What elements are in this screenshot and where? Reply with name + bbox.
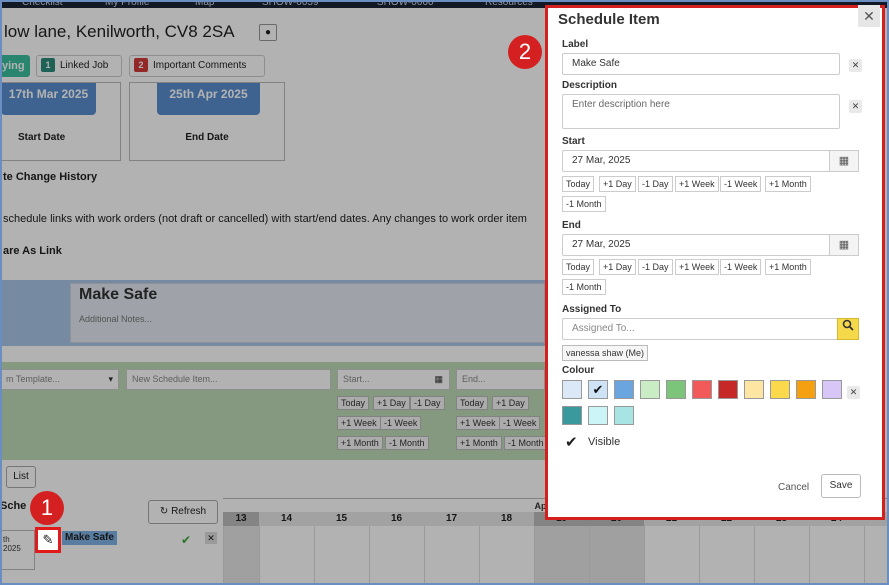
- dialog-title: Schedule Item: [558, 11, 660, 28]
- start-plus-month-button[interactable]: +1 Month: [765, 176, 811, 192]
- label-input[interactable]: Make Safe: [562, 53, 840, 75]
- start-today-button[interactable]: Today: [562, 176, 595, 192]
- colour-swatch[interactable]: [614, 380, 634, 399]
- edit-schedule-item-button[interactable]: ✎: [35, 527, 61, 553]
- colour-swatch[interactable]: [614, 406, 634, 425]
- end-minus-month-button[interactable]: -1 Month: [562, 279, 606, 295]
- clear-label-icon[interactable]: ✕: [849, 59, 862, 72]
- colour-swatch[interactable]: [770, 380, 790, 399]
- colour-swatch[interactable]: [640, 380, 660, 399]
- start-date-input[interactable]: 27 Mar, 2025: [562, 150, 830, 172]
- colour-swatch[interactable]: [796, 380, 816, 399]
- label-field-label: Label: [562, 39, 589, 50]
- visible-label: Visible: [588, 436, 621, 448]
- end-minus-week-button[interactable]: -1 Week: [720, 259, 762, 275]
- colour-field-label: Colour: [562, 365, 595, 376]
- end-date-input[interactable]: 27 Mar, 2025: [562, 234, 830, 256]
- description-field-label: Description: [562, 80, 618, 91]
- assigned-user-tag[interactable]: vanessa shaw (Me): [562, 345, 649, 361]
- start-field-label: Start: [562, 136, 585, 147]
- cancel-button[interactable]: Cancel: [778, 482, 809, 493]
- clear-description-icon[interactable]: ✕: [849, 100, 862, 113]
- end-calendar-icon[interactable]: ▦: [829, 234, 859, 256]
- colour-swatch[interactable]: [718, 380, 738, 399]
- end-plus-week-button[interactable]: +1 Week: [675, 259, 719, 275]
- end-minus-day-button[interactable]: -1 Day: [638, 259, 673, 275]
- start-minus-day-button[interactable]: -1 Day: [638, 176, 673, 192]
- end-field-label: End: [562, 220, 581, 231]
- colour-swatch[interactable]: [822, 380, 842, 399]
- callout-marker-2: 2: [508, 35, 542, 69]
- end-plus-day-button[interactable]: +1 Day: [599, 259, 636, 275]
- start-minus-week-button[interactable]: -1 Week: [720, 176, 762, 192]
- colour-swatch[interactable]: [666, 380, 686, 399]
- description-textarea[interactable]: Enter description here: [562, 94, 840, 129]
- colour-swatch[interactable]: [588, 406, 608, 425]
- assigned-field-label: Assigned To: [562, 304, 622, 315]
- close-icon[interactable]: ✕: [858, 5, 880, 27]
- colour-swatch[interactable]: [692, 380, 712, 399]
- start-minus-month-button[interactable]: -1 Month: [562, 196, 606, 212]
- schedule-item-dialog: Schedule Item ✕ Label Make Safe ✕ Descri…: [545, 5, 885, 520]
- visible-checkbox[interactable]: ✔: [565, 433, 578, 451]
- colour-swatch[interactable]: ✔: [588, 380, 608, 399]
- save-button[interactable]: Save: [821, 474, 861, 498]
- search-icon[interactable]: [837, 318, 859, 340]
- pencil-icon: ✎: [42, 532, 54, 547]
- colour-swatch[interactable]: [562, 380, 582, 399]
- start-calendar-icon[interactable]: ▦: [829, 150, 859, 172]
- clear-colour-icon[interactable]: ✕: [847, 386, 860, 399]
- colour-swatch[interactable]: [562, 406, 582, 425]
- colour-swatch[interactable]: [744, 380, 764, 399]
- callout-marker-1: 1: [30, 491, 64, 525]
- end-plus-month-button[interactable]: +1 Month: [765, 259, 811, 275]
- start-plus-day-button[interactable]: +1 Day: [599, 176, 636, 192]
- start-plus-week-button[interactable]: +1 Week: [675, 176, 719, 192]
- assigned-to-input[interactable]: Assigned To...: [562, 318, 838, 340]
- end-today-button[interactable]: Today: [562, 259, 595, 275]
